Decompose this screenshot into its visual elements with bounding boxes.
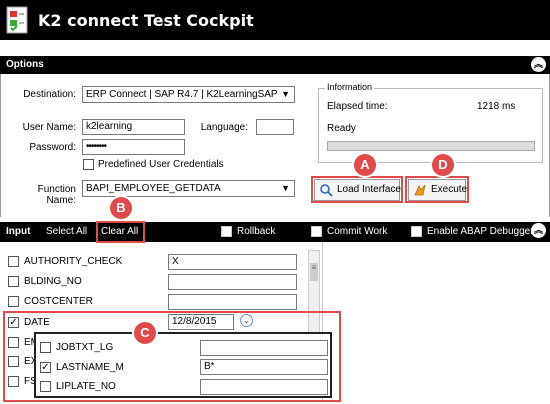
information-legend: Information: [325, 82, 375, 92]
load-interface-label: Load Interface: [337, 184, 401, 195]
collapse-icon[interactable]: ︽: [531, 223, 546, 238]
param-checkbox[interactable]: [8, 296, 19, 307]
param-label: BLDING_NO: [24, 276, 82, 287]
rollback-label: Rollback: [237, 226, 276, 237]
param-checkbox[interactable]: [40, 381, 51, 392]
select-all-button[interactable]: Select All: [46, 226, 87, 237]
scrollbar-thumb[interactable]: ≡: [310, 263, 318, 281]
param-input[interactable]: B*: [200, 359, 328, 375]
nested-parameters-popup: JOBTXT_LG ✓ LASTNAME_M B* LIPLATE_NO: [34, 332, 332, 398]
elapsed-time-label: Elapsed time:: [327, 101, 388, 112]
param-label: AUTHORITY_CHECK: [24, 256, 123, 267]
param-input[interactable]: X: [168, 254, 297, 270]
load-interface-icon: [320, 184, 333, 197]
param-input[interactable]: [168, 294, 297, 310]
chevron-down-icon: ▼: [281, 89, 290, 99]
callout-c-badge: C: [134, 322, 156, 344]
load-interface-button[interactable]: Load Interface: [314, 179, 401, 201]
param-checkbox[interactable]: [8, 276, 19, 287]
title-bar: K2 connect Test Cockpit: [0, 0, 550, 40]
function-name-value: BAPI_EMPLOYEE_GETDATA: [86, 183, 221, 194]
param-checkbox[interactable]: [40, 342, 51, 353]
predefined-credentials-checkbox[interactable]: [83, 159, 94, 170]
execute-icon: [414, 184, 426, 196]
options-header: Options ︽: [0, 56, 550, 74]
predefined-credentials-label: Predefined User Credentials: [98, 159, 224, 170]
input-toolbar: Input Select All Clear All Rollback Comm…: [0, 222, 550, 242]
param-label: COSTCENTER: [24, 296, 93, 307]
username-label: User Name:: [22, 122, 76, 133]
app-title: K2 connect Test Cockpit: [38, 11, 254, 30]
param-label: LIPLATE_NO: [56, 381, 116, 392]
callout-b-highlight: [96, 221, 145, 243]
function-name-label: Function Name:: [37, 184, 76, 206]
options-title: Options: [6, 59, 44, 70]
param-checkbox[interactable]: ✓: [40, 362, 51, 373]
param-label: JOBTXT_LG: [56, 342, 114, 353]
password-input[interactable]: ••••••••: [82, 139, 185, 155]
function-name-select[interactable]: BAPI_EMPLOYEE_GETDATA ▼: [82, 180, 295, 197]
username-input[interactable]: k2learning: [82, 119, 185, 135]
password-label: Password:: [29, 142, 76, 153]
status-text: Ready: [327, 123, 356, 134]
information-group: Information Elapsed time: 1218 ms Ready: [318, 82, 543, 163]
enable-debugger-checkbox[interactable]: [411, 226, 422, 237]
progress-bar: [327, 141, 535, 151]
language-input[interactable]: [256, 119, 294, 135]
execute-button[interactable]: Execute: [408, 179, 468, 201]
input-title: Input: [6, 226, 31, 237]
destination-label: Destination:: [23, 89, 76, 100]
collapse-icon[interactable]: ︽: [531, 57, 546, 72]
param-input[interactable]: [168, 274, 297, 290]
param-input[interactable]: [200, 379, 328, 395]
destination-value: ERP Connect | SAP R4.7 | K2LearningSAP: [86, 89, 278, 100]
destination-select[interactable]: ERP Connect | SAP R4.7 | K2LearningSAP ▼: [82, 86, 295, 103]
enable-debugger-label: Enable ABAP Debugger: [427, 226, 534, 237]
document-check-icon: [6, 6, 28, 34]
commit-work-checkbox[interactable]: [311, 226, 322, 237]
elapsed-time-value: 1218 ms: [477, 101, 516, 112]
param-label: LASTNAME_M: [56, 362, 124, 373]
callout-a-badge: A: [354, 154, 376, 176]
rollback-checkbox[interactable]: [221, 226, 232, 237]
param-input[interactable]: [200, 340, 328, 356]
execute-label: Execute: [431, 184, 468, 195]
callout-d-badge: D: [432, 154, 454, 176]
language-label: Language:: [200, 122, 248, 133]
param-checkbox[interactable]: [8, 256, 19, 267]
commit-work-label: Commit Work: [327, 226, 388, 237]
callout-b-badge: B: [110, 197, 132, 219]
chevron-down-icon: ▼: [281, 183, 290, 193]
